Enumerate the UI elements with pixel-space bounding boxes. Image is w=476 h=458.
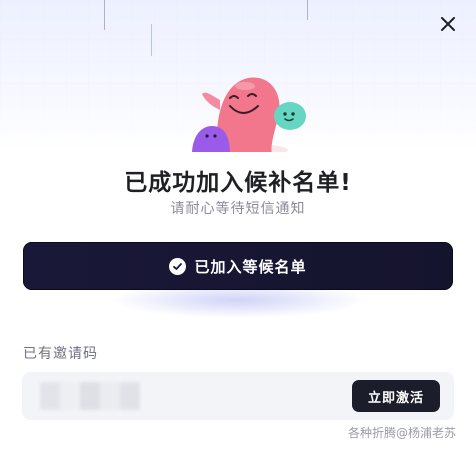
joined-waitlist-button[interactable]: 已加入等候名单	[23, 242, 453, 290]
decorative-line	[307, 0, 308, 20]
decorative-line	[151, 24, 152, 56]
page-title: 已成功加入候补名单!	[124, 170, 352, 196]
joined-waitlist-label: 已加入等候名单	[194, 257, 307, 276]
close-icon	[441, 17, 455, 31]
watermark: 各种折腾@杨浦老苏	[347, 426, 456, 440]
check-circle-icon	[169, 257, 187, 275]
invite-code-row: 立即激活	[22, 372, 454, 420]
activate-button[interactable]: 立即激活	[352, 380, 440, 412]
decorative-line	[104, 0, 105, 30]
page-subtitle: 请耐心等待短信通知	[170, 201, 306, 217]
invite-code-input[interactable]	[40, 382, 140, 410]
invite-code-label: 已有邀请码	[23, 346, 98, 362]
close-button[interactable]	[438, 14, 458, 34]
mascot-illustration	[192, 77, 306, 152]
